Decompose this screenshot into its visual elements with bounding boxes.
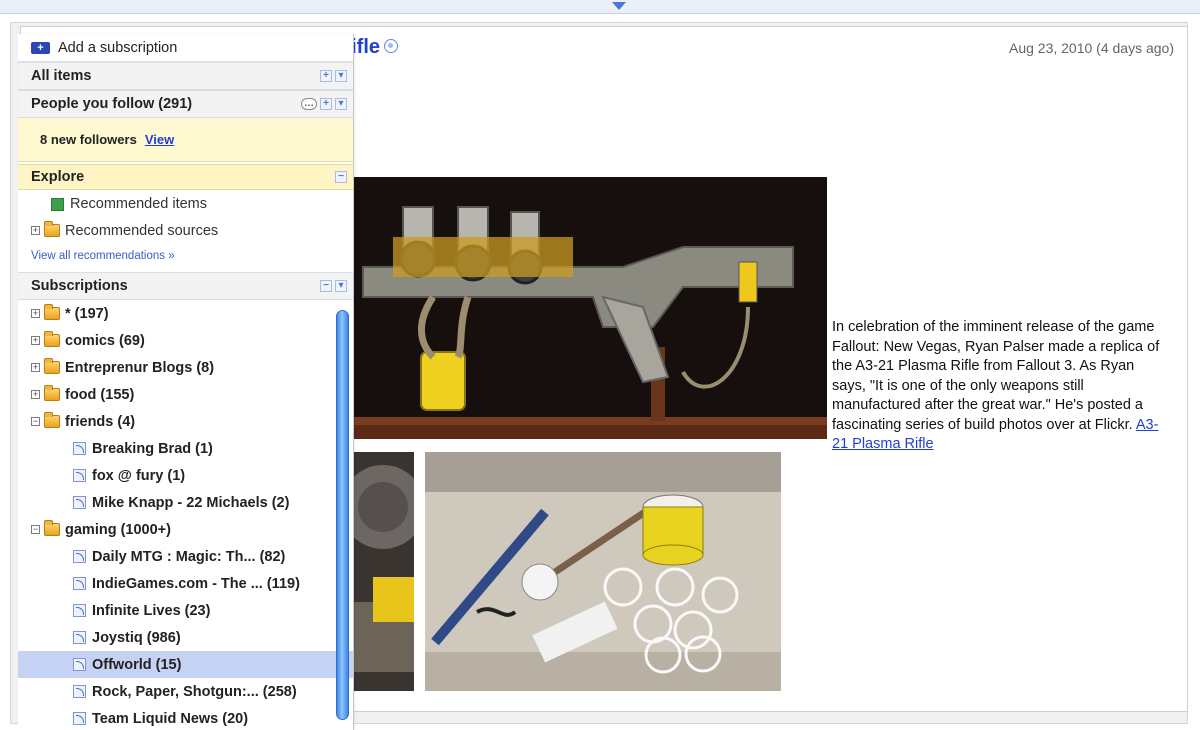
recommended-items-icon: [51, 197, 64, 211]
feed-icon: [73, 658, 86, 671]
dropdown-icon[interactable]: ▾: [335, 70, 347, 82]
tree-label: friends (4): [65, 413, 136, 430]
tree-label: gaming (1000+): [65, 521, 171, 538]
tree-label: Infinite Lives (23): [92, 602, 211, 619]
tree-label: * (197): [65, 305, 109, 322]
feed-icon: [73, 496, 86, 509]
subscription-feed[interactable]: fox @ fury (1): [18, 462, 353, 489]
tree-label: Rock, Paper, Shotgun:... (258): [92, 683, 297, 700]
people-you-follow-label: People you follow (291): [31, 96, 193, 112]
folder-icon: [44, 304, 60, 320]
add-subscription-label: Add a subscription: [58, 39, 178, 56]
tree-label: Entreprenur Blogs (8): [65, 359, 215, 376]
folder-icon: [44, 331, 60, 347]
feed-icon: [73, 604, 86, 617]
open-link-icon[interactable]: [384, 38, 399, 53]
sidebar: + Add a subscription All items + ▾ Peopl…: [18, 34, 354, 730]
subscription-feed-selected[interactable]: Offworld (15): [18, 651, 353, 678]
subscription-folder[interactable]: + comics (69): [18, 327, 353, 354]
new-followers-notice: 8 new followers View: [18, 118, 353, 162]
collapse-arrow-icon[interactable]: [612, 2, 626, 10]
view-all-recommendations-label: View all recommendations »: [31, 250, 175, 262]
all-items[interactable]: All items + ▾: [18, 62, 353, 90]
open-folder-icon: [44, 412, 60, 428]
explore-header[interactable]: Explore −: [18, 164, 353, 190]
folder-icon: [44, 221, 60, 237]
top-bar: [0, 0, 1200, 14]
tree-label: Joystiq (986): [92, 629, 181, 646]
feed-icon: [73, 577, 86, 590]
collapse-icon[interactable]: −: [31, 525, 40, 534]
subscription-feed[interactable]: Joystiq (986): [18, 624, 353, 651]
plus-icon[interactable]: +: [320, 70, 332, 82]
subscription-feed[interactable]: Mike Knapp - 22 Michaels (2): [18, 489, 353, 516]
feed-icon: [73, 442, 86, 455]
tree-label: Daily MTG : Magic: Th... (82): [92, 548, 286, 565]
tree-label: comics (69): [65, 332, 145, 349]
expand-icon[interactable]: +: [31, 336, 40, 345]
dropdown-icon[interactable]: ▾: [335, 98, 347, 110]
entry-body-text: In celebration of the imminent release o…: [832, 319, 1160, 433]
tree-label: Offworld (15): [92, 656, 182, 673]
expand-icon[interactable]: +: [31, 363, 40, 372]
view-all-recommendations-link[interactable]: View all recommendations »: [18, 245, 353, 267]
subscription-feed[interactable]: Rock, Paper, Shotgun:... (258): [18, 678, 353, 705]
subscription-feed[interactable]: Team Liquid News (20): [18, 705, 353, 730]
tree-label: IndieGames.com - The ... (119): [92, 575, 300, 592]
subscriptions-header[interactable]: Subscriptions − ▾: [18, 272, 353, 300]
add-icon: +: [31, 41, 50, 54]
entry-body: In celebration of the imminent release o…: [832, 318, 1172, 455]
plus-icon[interactable]: +: [320, 98, 332, 110]
feed-icon: [73, 685, 86, 698]
people-you-follow[interactable]: People you follow (291) … + ▾: [18, 90, 353, 118]
new-followers-text: 8 new followers: [40, 132, 137, 147]
explore-label: Explore: [31, 169, 85, 185]
recommended-sources[interactable]: + Recommended sources: [18, 217, 353, 244]
tree-label: food (155): [65, 386, 135, 403]
tree-label: Team Liquid News (20): [92, 710, 249, 727]
photo-workbench: [425, 452, 781, 691]
view-followers-link[interactable]: View: [145, 132, 174, 147]
subscription-feed[interactable]: Daily MTG : Magic: Th... (82): [18, 543, 353, 570]
collapse-icon[interactable]: −: [320, 280, 332, 292]
collapse-icon[interactable]: −: [335, 171, 347, 183]
feed-icon: [73, 631, 86, 644]
dropdown-icon[interactable]: ▾: [335, 280, 347, 292]
recommended-sources-label: Recommended sources: [65, 222, 219, 239]
expand-icon[interactable]: +: [31, 309, 40, 318]
tree-label: Mike Knapp - 22 Michaels (2): [92, 494, 290, 511]
photo-plasma-rifle: [353, 177, 827, 439]
subscription-folder[interactable]: + * (197): [18, 300, 353, 327]
tree-label: fox @ fury (1): [92, 467, 186, 484]
photo-detail-left: [353, 452, 414, 691]
comment-icon[interactable]: …: [301, 98, 317, 110]
all-items-label: All items: [31, 68, 92, 84]
subscription-folder[interactable]: + food (155): [18, 381, 353, 408]
expand-icon[interactable]: +: [31, 226, 40, 235]
entry-date: Aug 23, 2010 (4 days ago): [1008, 40, 1174, 56]
folder-icon: [44, 385, 60, 401]
subscription-folder[interactable]: − gaming (1000+): [18, 516, 353, 543]
subscription-feed[interactable]: IndieGames.com - The ... (119): [18, 570, 353, 597]
subscription-feed[interactable]: Breaking Brad (1): [18, 435, 353, 462]
collapse-icon[interactable]: −: [31, 417, 40, 426]
open-folder-icon: [44, 520, 60, 536]
folder-icon: [44, 358, 60, 374]
feed-icon: [73, 550, 86, 563]
subscriptions-label: Subscriptions: [31, 278, 128, 294]
subscription-feed[interactable]: Infinite Lives (23): [18, 597, 353, 624]
add-subscription-button[interactable]: + Add a subscription: [18, 34, 353, 62]
recommended-items[interactable]: Recommended items: [18, 191, 353, 217]
tree-label: Breaking Brad (1): [92, 440, 213, 457]
subscription-folder[interactable]: + Entreprenur Blogs (8): [18, 354, 353, 381]
expand-icon[interactable]: +: [31, 390, 40, 399]
subscription-folder[interactable]: − friends (4): [18, 408, 353, 435]
feed-icon: [73, 712, 86, 725]
recommended-items-label: Recommended items: [70, 196, 207, 212]
sidebar-scrollbar-thumb[interactable]: [336, 310, 349, 720]
feed-icon: [73, 469, 86, 482]
